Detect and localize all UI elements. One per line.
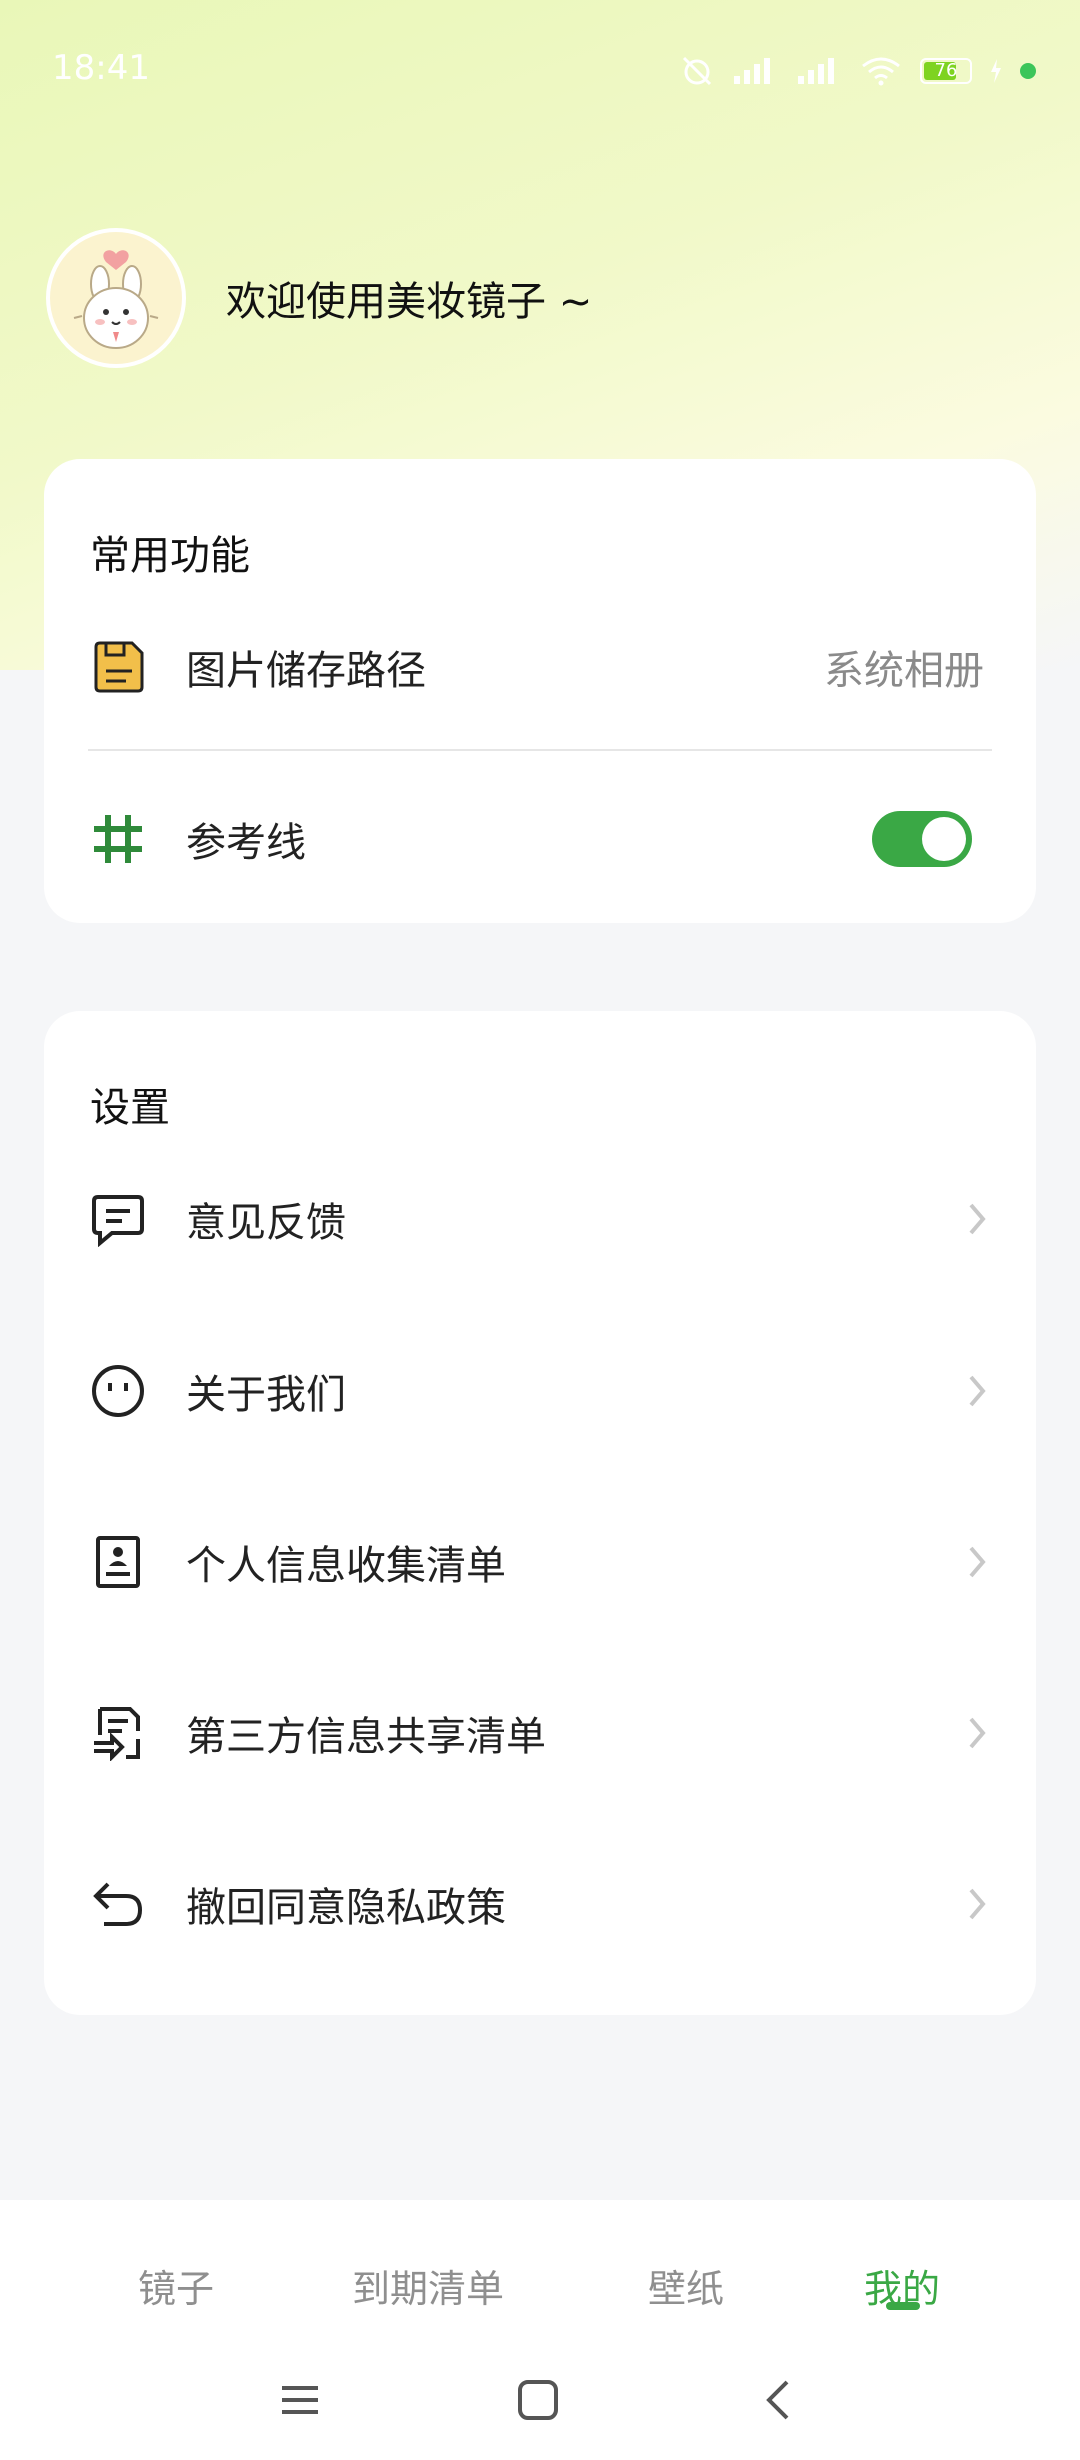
about-us-label: 关于我们 — [186, 1372, 346, 1418]
status-bar: 18:41 76 — [0, 40, 1080, 96]
back-icon[interactable] — [738, 2350, 818, 2450]
divider — [88, 749, 992, 751]
profile-header: 欢迎使用美妆镜子 ~ — [46, 228, 592, 368]
reference-line-toggle[interactable] — [872, 811, 972, 867]
active-tab-indicator — [886, 2302, 920, 2310]
tab-wallpaper[interactable]: 壁纸 — [648, 2258, 724, 2313]
charging-icon — [990, 59, 1002, 83]
id-card-icon — [90, 1534, 146, 1590]
revoke-privacy-row[interactable]: 撤回同意隐私政策 — [90, 1844, 992, 1964]
home-icon[interactable] — [498, 2350, 578, 2450]
avatar[interactable] — [46, 228, 186, 368]
message-icon — [90, 1191, 146, 1247]
feedback-label: 意见反馈 — [186, 1200, 346, 1246]
common-functions-card: 常用功能 图片储存路径 系统相册 参考线 — [44, 459, 1036, 923]
revoke-privacy-label: 撤回同意隐私政策 — [186, 1885, 506, 1931]
save-icon — [90, 639, 146, 695]
chevron-right-icon — [962, 1886, 992, 1922]
tab-mirror[interactable]: 镜子 — [138, 2258, 214, 2313]
alarm-off-icon — [680, 54, 714, 88]
chevron-right-icon — [962, 1373, 992, 1409]
dot-icon — [1020, 63, 1036, 79]
toggle-knob — [922, 817, 966, 861]
common-functions-title: 常用功能 — [90, 533, 250, 579]
system-navigation-bar — [0, 2350, 1080, 2450]
welcome-text: 欢迎使用美妆镜子 ~ — [226, 279, 593, 325]
menu-icon[interactable] — [260, 2350, 340, 2450]
tab-expiry-list[interactable]: 到期清单 — [352, 2258, 504, 2313]
smile-icon — [90, 1363, 146, 1419]
reference-line-label: 参考线 — [186, 820, 306, 866]
share-document-icon — [90, 1705, 146, 1761]
bunny-avatar-icon — [73, 250, 159, 349]
signal-icon — [796, 56, 842, 86]
bottom-nav: 镜子 到期清单 壁纸 我的 — [0, 2200, 1080, 2460]
signal-icon — [732, 56, 778, 86]
personal-info-label: 个人信息收集清单 — [186, 1543, 506, 1589]
reference-line-row: 参考线 — [90, 779, 992, 899]
wifi-icon — [860, 56, 902, 86]
settings-card: 设置 意见反馈 关于我们 个人信息收集清单 第三方信息共享清单 撤回同意隐私政策 — [44, 1011, 1036, 2015]
storage-path-row[interactable]: 图片储存路径 系统相册 — [90, 607, 992, 727]
third-party-row[interactable]: 第三方信息共享清单 — [90, 1673, 992, 1793]
chevron-right-icon — [962, 1715, 992, 1751]
undo-icon — [90, 1876, 146, 1932]
chevron-right-icon — [962, 1201, 992, 1237]
status-time: 18:41 — [52, 48, 150, 88]
personal-info-row[interactable]: 个人信息收集清单 — [90, 1502, 992, 1622]
battery-icon: 76 — [920, 58, 972, 84]
status-icons: 76 — [680, 54, 1036, 88]
feedback-row[interactable]: 意见反馈 — [90, 1159, 992, 1279]
settings-title: 设置 — [90, 1085, 170, 1131]
battery-level: 76 — [934, 60, 958, 81]
storage-path-value: 系统相册 — [824, 648, 984, 694]
chevron-right-icon — [962, 1544, 992, 1580]
storage-path-label: 图片储存路径 — [186, 648, 426, 694]
about-us-row[interactable]: 关于我们 — [90, 1331, 992, 1451]
third-party-label: 第三方信息共享清单 — [186, 1714, 546, 1760]
grid-icon — [90, 811, 146, 867]
